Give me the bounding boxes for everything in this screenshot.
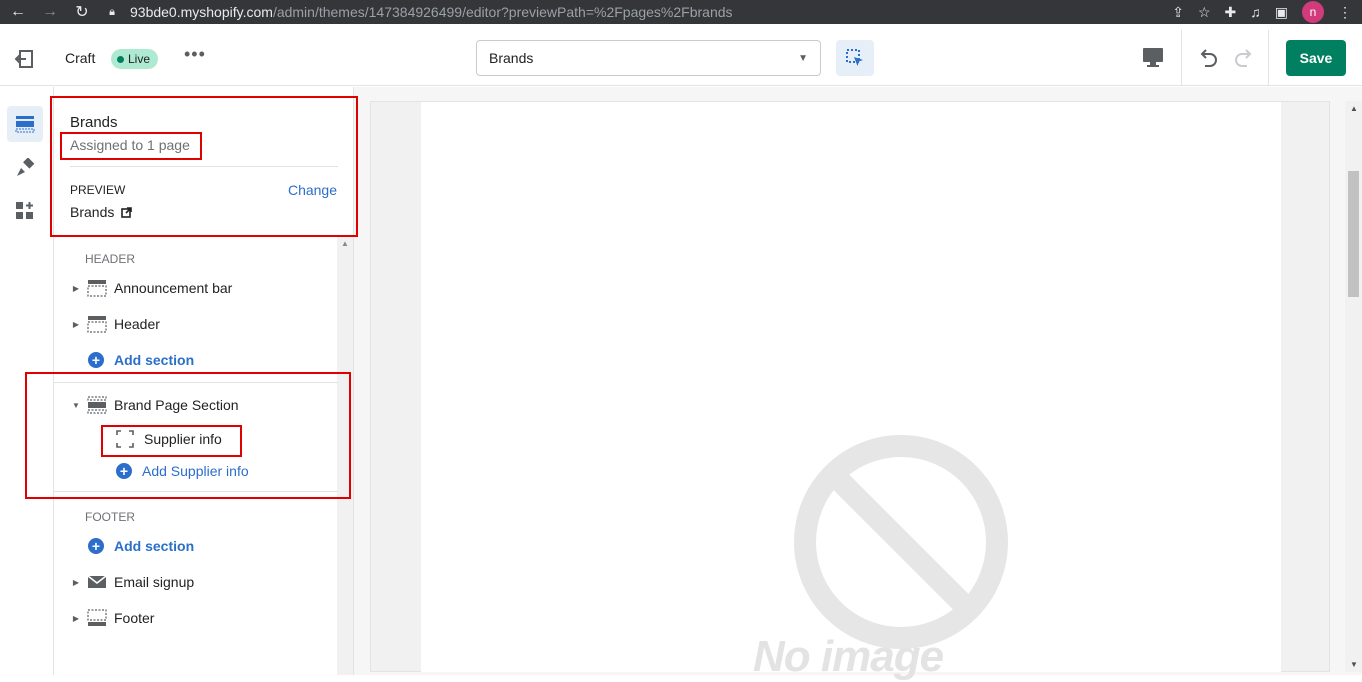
apps-icon xyxy=(16,202,33,219)
sections-nav-button[interactable] xyxy=(7,106,43,142)
page-select-value: Brands xyxy=(489,50,534,66)
footer-group-label: FOOTER xyxy=(85,510,135,524)
page-template-select[interactable]: Brands ▼ xyxy=(476,40,821,76)
add-block-label: Add Supplier info xyxy=(142,463,249,479)
redo-button[interactable] xyxy=(1232,46,1256,70)
block-item-supplier-info[interactable]: Supplier info xyxy=(114,427,222,451)
browser-menu-icon[interactable]: ⋮ xyxy=(1338,4,1352,21)
divider xyxy=(1268,30,1269,86)
preview-page-name: Brands xyxy=(70,204,115,220)
scroll-up-icon[interactable]: ▲ xyxy=(341,239,349,248)
add-header-section-button[interactable]: + Add section xyxy=(88,348,194,372)
divider xyxy=(54,491,338,492)
chevron-down-icon: ▼ xyxy=(798,52,808,64)
mail-icon xyxy=(86,572,108,592)
select-cursor-icon xyxy=(846,49,863,66)
add-supplier-info-button[interactable]: + Add Supplier info xyxy=(116,459,249,483)
app-embeds-nav-button[interactable] xyxy=(7,193,43,229)
status-badge-label: Live xyxy=(128,52,151,66)
paintbrush-icon xyxy=(17,158,35,176)
editor-nav-rail xyxy=(0,87,54,675)
add-section-label: Add section xyxy=(114,352,195,368)
change-preview-link[interactable]: Change xyxy=(288,182,337,198)
forward-icon[interactable]: → xyxy=(38,3,62,21)
preview-scrollbar[interactable]: ▲ ▼ xyxy=(1345,101,1362,672)
preview-frame: No image xyxy=(370,101,1330,681)
section-icon xyxy=(86,314,108,334)
sidepanel-icon[interactable]: ▣ xyxy=(1275,4,1288,21)
url-path: /admin/themes/147384926499/editor?previe… xyxy=(272,4,733,20)
profile-avatar[interactable]: n xyxy=(1302,1,1324,23)
desktop-icon xyxy=(1143,48,1163,67)
url-host: 93bde0.myshopify.com xyxy=(130,4,273,20)
template-title: Brands xyxy=(70,114,118,131)
block-label: Supplier info xyxy=(144,431,222,447)
divider xyxy=(70,166,338,167)
section-label: Email signup xyxy=(114,574,195,590)
extensions-icon[interactable]: ✚ xyxy=(1225,4,1237,21)
reload-icon[interactable]: ↻ xyxy=(70,2,94,22)
expand-caret-icon[interactable]: ▶ xyxy=(70,614,82,623)
expand-caret-icon[interactable]: ▶ xyxy=(70,284,82,293)
undo-button[interactable] xyxy=(1196,46,1220,70)
add-section-label: Add section xyxy=(114,538,195,554)
status-badge: Live xyxy=(111,49,159,69)
more-actions-button[interactable]: ••• xyxy=(184,44,206,65)
redo-icon xyxy=(1235,49,1252,67)
add-circle-icon: + xyxy=(88,352,104,368)
section-label: Footer xyxy=(114,610,155,626)
add-circle-icon: + xyxy=(88,538,104,554)
header-group-label: HEADER xyxy=(85,252,136,266)
preview-page[interactable]: No image xyxy=(421,102,1281,681)
theme-settings-nav-button[interactable] xyxy=(7,150,43,186)
sections-icon xyxy=(15,116,35,133)
add-circle-icon: + xyxy=(116,463,132,479)
media-icon[interactable]: ♫ xyxy=(1250,4,1261,20)
scroll-up-icon[interactable]: ▲ xyxy=(1350,104,1358,113)
back-icon[interactable]: ← xyxy=(6,3,30,21)
section-icon xyxy=(86,395,108,415)
section-label: Announcement bar xyxy=(114,280,233,296)
live-dot-icon xyxy=(117,55,124,63)
theme-name: Craft xyxy=(65,50,96,66)
section-label: Brand Page Section xyxy=(114,397,239,413)
block-icon xyxy=(114,429,136,449)
browser-toolbar: ← → ↻ 🔒︎ 93bde0.myshopify.com /admin/the… xyxy=(0,0,1362,24)
scroll-down-icon[interactable]: ▼ xyxy=(1350,660,1358,669)
scrollbar-thumb[interactable] xyxy=(1348,171,1359,297)
section-icon xyxy=(86,278,108,298)
preview-page-link[interactable]: Brands xyxy=(70,204,133,220)
preview-label: PREVIEW xyxy=(70,183,126,197)
exit-icon xyxy=(14,50,33,68)
share-icon[interactable]: ⇪ xyxy=(1172,4,1184,21)
sections-sidebar: Brands Assigned to 1 page PREVIEW Change… xyxy=(54,87,354,675)
add-footer-section-button[interactable]: + Add section xyxy=(88,534,194,558)
section-item-footer[interactable]: ▶ Footer xyxy=(70,606,154,630)
undo-icon xyxy=(1200,49,1217,67)
section-item-announcement-bar[interactable]: ▶ Announcement bar xyxy=(70,276,232,300)
exit-editor-button[interactable] xyxy=(14,47,38,71)
divider xyxy=(54,382,338,383)
desktop-view-button[interactable] xyxy=(1140,46,1166,70)
no-image-icon xyxy=(794,435,1008,649)
expand-caret-icon[interactable]: ▶ xyxy=(70,578,82,587)
divider xyxy=(1181,30,1182,86)
section-item-brand-page-section[interactable]: ▼ Brand Page Section xyxy=(70,393,239,417)
expand-caret-icon[interactable]: ▶ xyxy=(70,320,82,329)
bookmark-star-icon[interactable]: ☆ xyxy=(1198,4,1211,21)
template-assignment: Assigned to 1 page xyxy=(70,137,190,153)
lock-icon: 🔒︎ xyxy=(109,5,115,18)
section-item-header[interactable]: ▶ Header xyxy=(70,312,160,336)
section-label: Header xyxy=(114,316,160,332)
editor-topbar: Craft Live ••• Brands ▼ Save xyxy=(0,30,1362,86)
inspector-toggle-button[interactable] xyxy=(836,40,874,76)
preview-canvas: No image ▲ ▼ xyxy=(354,87,1362,681)
address-bar[interactable]: 93bde0.myshopify.com /admin/themes/14738… xyxy=(130,4,733,20)
section-item-email-signup[interactable]: ▶ Email signup xyxy=(70,570,194,594)
external-link-icon xyxy=(121,206,133,218)
save-button[interactable]: Save xyxy=(1286,40,1346,76)
section-icon xyxy=(86,608,108,628)
sidebar-scrollbar[interactable]: ▲ xyxy=(337,237,353,675)
collapse-caret-icon[interactable]: ▼ xyxy=(70,401,82,410)
